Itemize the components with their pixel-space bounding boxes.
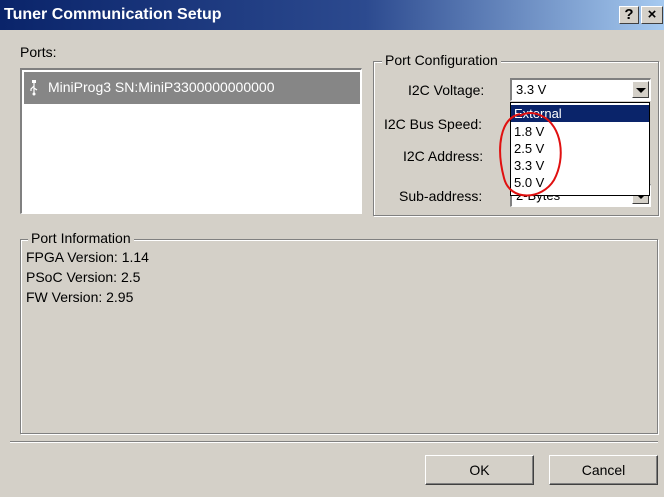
voltage-option-external[interactable]: External: [511, 105, 649, 122]
footer-separator: [10, 441, 658, 443]
i2c-voltage-label: I2C Voltage:: [408, 82, 485, 98]
i2c-voltage-dropdown-button[interactable]: [632, 81, 649, 98]
voltage-option-1-8v[interactable]: 1.8 V: [511, 123, 649, 140]
i2c-voltage-options-list[interactable]: External 1.8 V 2.5 V 3.3 V 5.0 V: [510, 102, 650, 196]
ports-label: Ports:: [20, 44, 57, 60]
i2c-bus-speed-label: I2C Bus Speed:: [384, 116, 483, 132]
tuner-communication-setup-dialog: Tuner Communication Setup ? × Ports: Min…: [0, 0, 664, 497]
close-button[interactable]: ×: [641, 6, 663, 24]
help-button[interactable]: ?: [619, 6, 639, 24]
window-title: Tuner Communication Setup: [4, 6, 222, 23]
voltage-option-2-5v[interactable]: 2.5 V: [511, 140, 649, 157]
psoc-version: PSoC Version: 2.5: [26, 269, 141, 285]
cancel-button[interactable]: Cancel: [549, 455, 658, 485]
fpga-version: FPGA Version: 1.14: [26, 249, 149, 265]
chevron-down-icon: [636, 88, 646, 93]
title-bar[interactable]: Tuner Communication Setup ? ×: [0, 0, 664, 30]
usb-plug-icon: [30, 80, 38, 96]
ok-button[interactable]: OK: [425, 455, 534, 485]
i2c-voltage-select[interactable]: 3.3 V: [510, 78, 651, 101]
port-item-label: MiniProg3 SN:MiniP3300000000000: [48, 79, 275, 95]
voltage-option-3-3v[interactable]: 3.3 V: [511, 157, 649, 174]
i2c-voltage-value: 3.3 V: [516, 82, 547, 97]
port-information-title: Port Information: [28, 230, 134, 246]
voltage-option-5-0v[interactable]: 5.0 V: [511, 174, 649, 191]
i2c-address-label: I2C Address:: [403, 148, 484, 164]
port-list-item[interactable]: MiniProg3 SN:MiniP3300000000000: [24, 72, 360, 104]
ports-list[interactable]: MiniProg3 SN:MiniP3300000000000: [20, 68, 362, 214]
sub-address-label: Sub-address:: [399, 188, 483, 204]
fw-version: FW Version: 2.95: [26, 289, 134, 305]
port-configuration-title: Port Configuration: [382, 52, 501, 68]
